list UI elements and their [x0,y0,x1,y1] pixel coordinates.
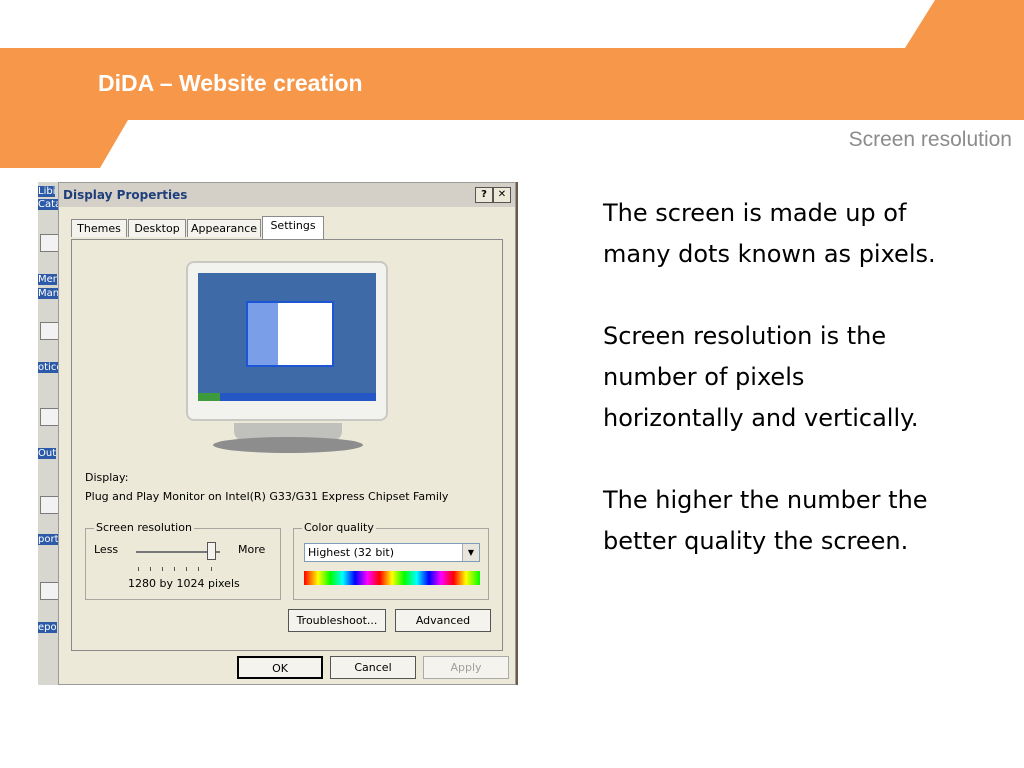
monitor-preview [186,261,388,421]
monitor-screen [198,273,376,401]
desktop-icon-label: Out [38,448,57,459]
preview-window [246,301,334,367]
desktop-shortcut-icon[interactable] [40,322,60,340]
body-text: The screen is made up of many dots known… [603,193,943,603]
color-spectrum-bar [304,571,480,585]
dropdown-arrow-icon[interactable]: ▼ [462,544,479,561]
display-label: Display: [85,471,129,484]
desktop-shortcut-icon[interactable] [40,234,60,252]
preview-start-button [198,393,220,401]
color-quality-select[interactable]: Highest (32 bit) ▼ [304,543,480,562]
resolution-value: 1280 by 1024 pixels [128,577,240,590]
desktop-shortcut-icon[interactable] [40,582,60,600]
slide-subtitle: Screen resolution [848,128,1012,151]
paragraph-pixels: The screen is made up of many dots known… [603,199,936,268]
help-button[interactable]: ? [475,187,493,203]
monitor-base [213,437,363,453]
tab-desktop[interactable]: Desktop [128,219,186,237]
header-title: DiDA – Website creation [98,70,363,96]
less-label: Less [94,543,119,556]
preview-taskbar [198,393,376,401]
screen-resolution-group: Screen resolution Less More 1280 by 1024… [85,521,281,600]
advanced-button[interactable]: Advanced [395,609,491,632]
tab-settings[interactable]: Settings [262,216,324,239]
desktop-icon-label: epo [38,622,57,633]
tab-appearance[interactable]: Appearance [187,219,261,237]
close-button[interactable]: ✕ [493,187,511,203]
cancel-button[interactable]: Cancel [330,656,416,679]
apply-button[interactable]: Apply [423,656,509,679]
color-quality-legend: Color quality [302,521,376,534]
display-properties-screenshot: Libi Cata Mer Man otice Out port epo Dis… [38,182,518,685]
resolution-slider-thumb[interactable] [207,542,216,560]
more-label: More [238,543,266,556]
dialog-titlebar[interactable]: Display Properties ? ✕ [59,183,515,207]
color-quality-group: Color quality Highest (32 bit) ▼ [293,521,489,600]
desktop-icon-label: port [38,534,59,545]
desktop-shortcut-icon[interactable] [40,408,60,426]
desktop-icon-label: Mer [38,274,57,285]
troubleshoot-button[interactable]: Troubleshoot... [288,609,386,632]
paragraph-quality: The higher the number the better quality… [603,486,928,555]
desktop-strip: Libi Cata Mer Man otice Out port epo [38,182,63,685]
paragraph-resolution: Screen resolution is the number of pixel… [603,322,919,432]
screen-resolution-legend: Screen resolution [94,521,194,534]
display-properties-dialog: Display Properties ? ✕ Themes Desktop Ap… [58,182,516,685]
color-quality-value: Highest (32 bit) [308,546,395,559]
tab-themes[interactable]: Themes [71,219,127,237]
desktop-icon-label: Libi [38,186,56,197]
desktop-shortcut-icon[interactable] [40,496,60,514]
desktop-icon-label: Man [38,288,60,299]
display-value: Plug and Play Monitor on Intel(R) G33/G3… [85,490,449,503]
dialog-title: Display Properties [63,188,188,202]
ok-button[interactable]: OK [237,656,323,679]
